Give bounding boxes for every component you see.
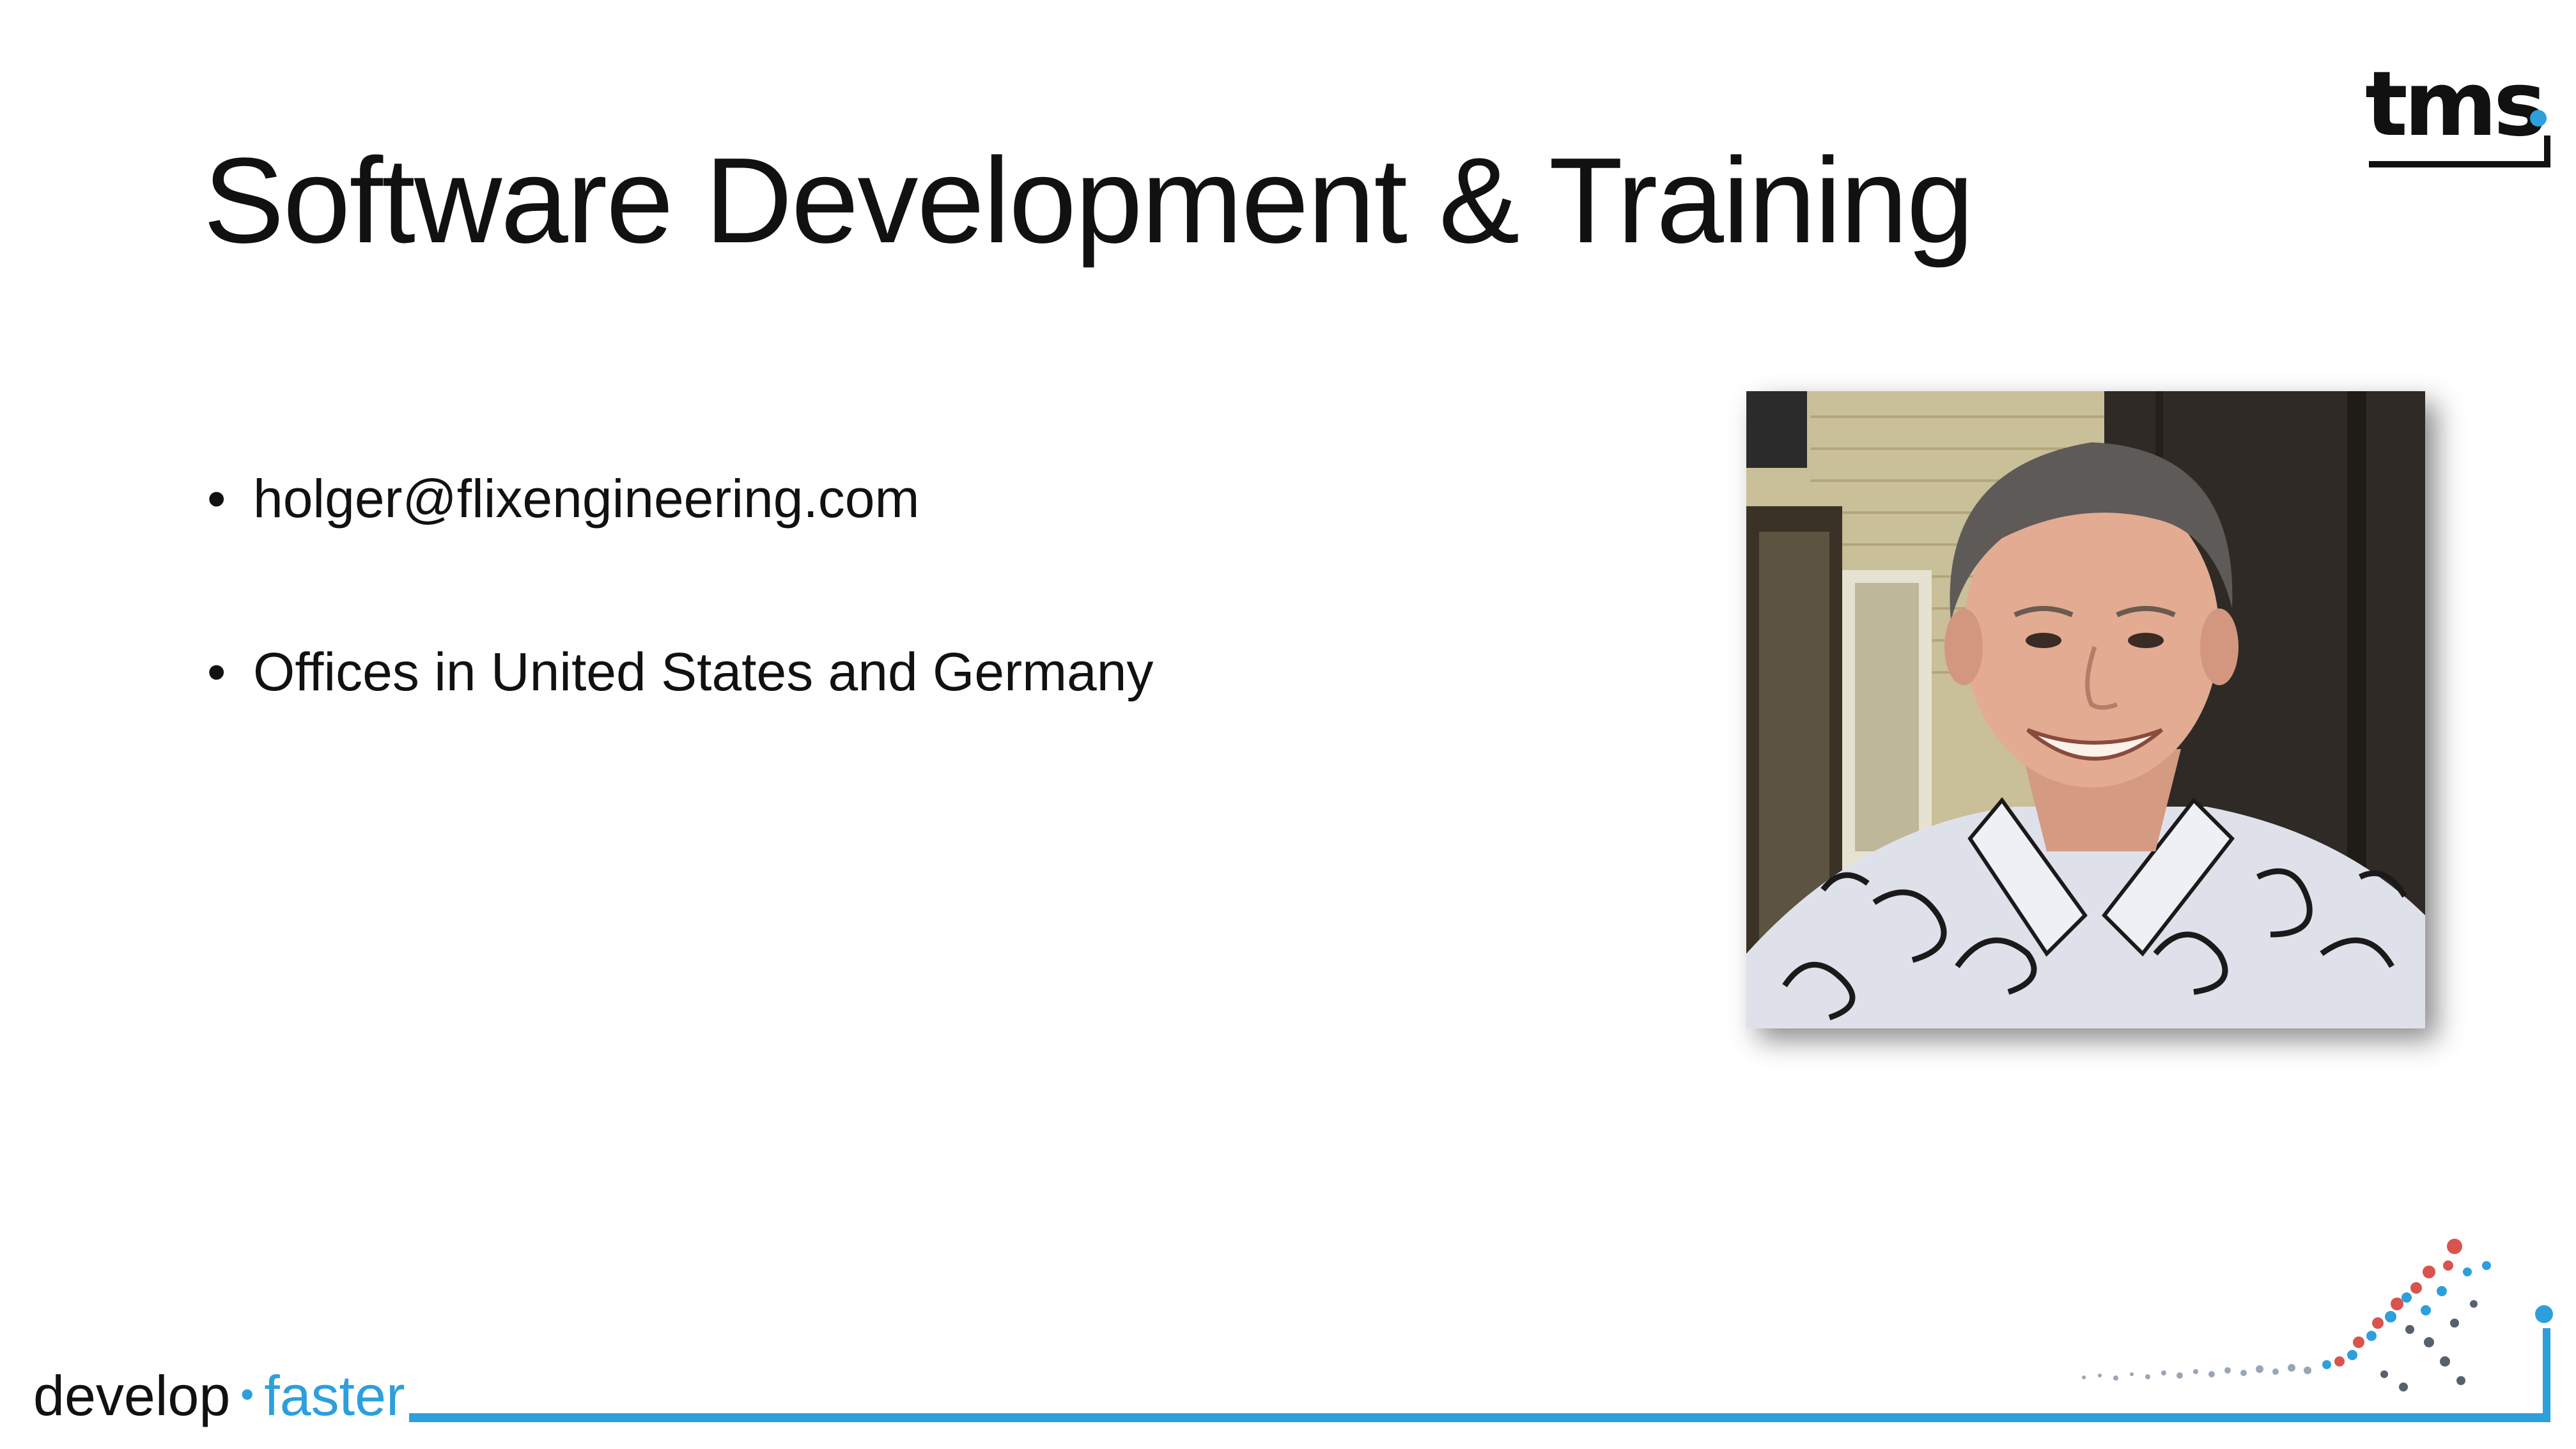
slide: Software Development & Training • holger… <box>0 0 2576 1449</box>
bullet-item-offices: • Offices in United States and Germany <box>203 640 1153 704</box>
footer-tagline: develop • faster <box>33 1368 405 1424</box>
bullet-list: • holger@flixengineering.com • Offices i… <box>203 467 1153 813</box>
tms-logo: tms <box>2365 52 2557 173</box>
bullet-text: Offices in United States and Germany <box>253 641 1154 702</box>
bullet-dot: • <box>207 641 226 702</box>
bullet-item-email: • holger@flixengineering.com <box>203 467 1153 531</box>
logo-bracket-icon <box>2369 136 2550 167</box>
tagline-separator: • <box>240 1373 254 1416</box>
tagline-word-faster: faster <box>264 1364 405 1427</box>
bullet-dot: • <box>207 469 226 529</box>
logo-dot-icon <box>2530 110 2547 127</box>
tagline-word-develop: develop <box>33 1364 231 1427</box>
bullet-text: holger@flixengineering.com <box>253 469 920 529</box>
footer-rule <box>409 1413 2550 1422</box>
runner-mosaic-icon <box>2082 1239 2491 1391</box>
portrait-photo <box>1746 391 2425 1028</box>
slide-title: Software Development & Training <box>203 133 1974 268</box>
